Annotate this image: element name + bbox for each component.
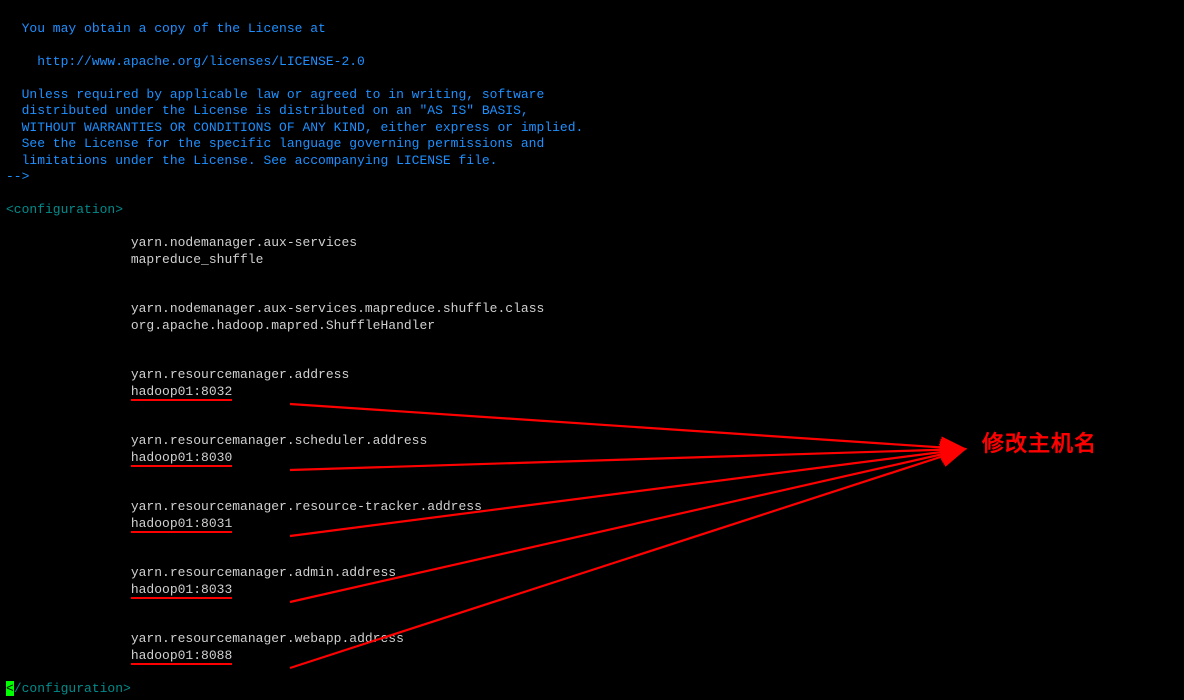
hostname-value: hadoop01:8030 <box>131 450 232 467</box>
configuration-open-tag: <configuration> <box>6 202 123 217</box>
hostname-value: hadoop01:8088 <box>131 648 232 665</box>
cursor-highlight: < <box>6 681 14 696</box>
license-comment: You may obtain a copy of the License at … <box>6 21 583 185</box>
hostname-value: hadoop01:8032 <box>131 384 232 401</box>
code-content: You may obtain a copy of the License at … <box>6 21 1178 698</box>
configuration-close-tag: /configuration> <box>14 681 131 696</box>
hostname-value: hadoop01:8033 <box>131 582 232 599</box>
annotation-label: 修改主机名 <box>982 436 1097 453</box>
terminal-viewport[interactable]: You may obtain a copy of the License at … <box>0 0 1184 700</box>
hostname-value: hadoop01:8031 <box>131 516 232 533</box>
